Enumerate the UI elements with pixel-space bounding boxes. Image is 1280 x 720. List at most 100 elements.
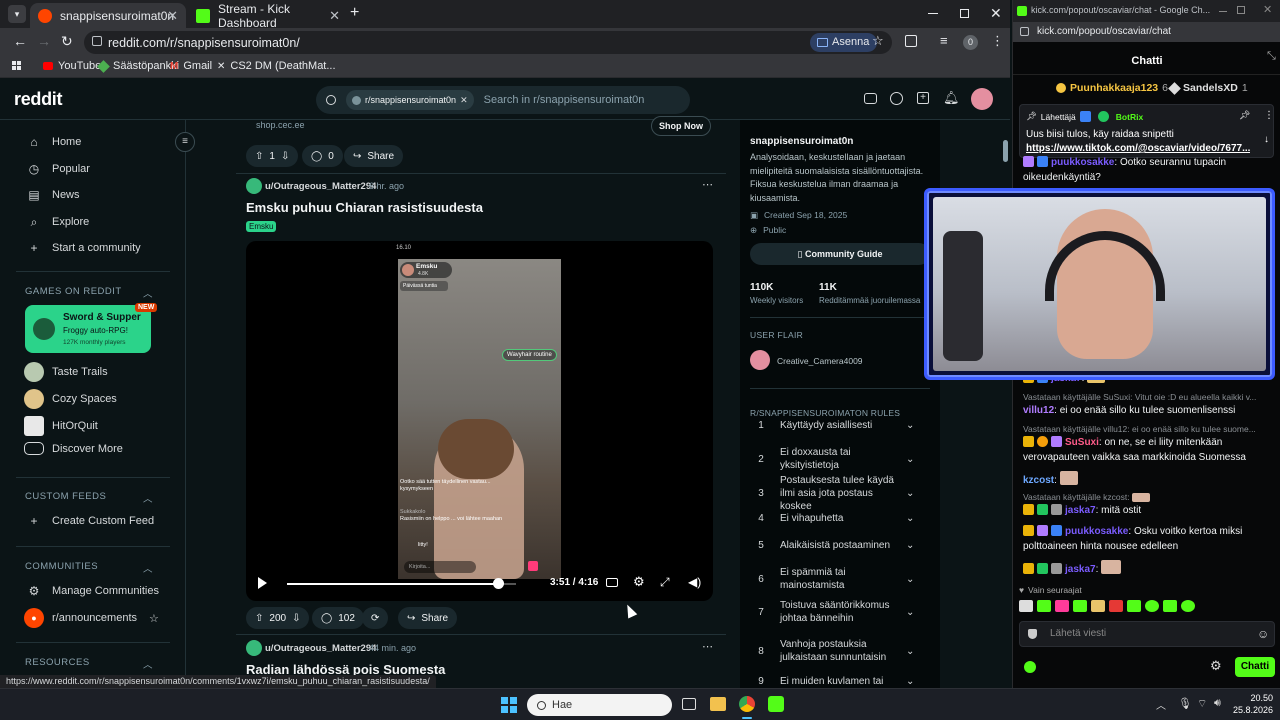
custom-feeds-header[interactable]: CUSTOM FEEDS ︿ [25,491,153,505]
send-chat-button[interactable]: Chatti [1235,657,1275,677]
url-field[interactable]: reddit.com/r/snappisensuroimat0n/ Asenna… [84,31,892,54]
rule-item[interactable]: 3 Postauksesta tulee käydä ilmi asia jota… [750,474,920,513]
ad-domain[interactable]: shop.cec.ee [256,120,305,130]
game-discover-more[interactable]: Discover More [24,442,123,455]
post2-author[interactable]: u/Outrageous_Matter294 [265,643,376,654]
rule-item[interactable]: 2 Ei doxxausta tai yksityistietoja ⌄ [750,446,920,472]
bookmark-star-icon[interactable]: ☆ [872,33,884,49]
ad-vote-bar[interactable]: ⇧ 1 ⇩ [246,145,299,167]
top-gifter-2[interactable]: SandelsXD 1 [1168,81,1248,95]
site-info-icon[interactable] [92,36,102,46]
volume-icon[interactable]: ◀) [688,575,701,589]
post-vote-bar[interactable]: ⇧ 200 ⇩ [246,607,310,629]
bookmark-saastopankki[interactable]: Säästöpankki [97,59,179,73]
chat-message[interactable]: puukkosakke: Osku voitko kertoa miksi po… [1023,524,1273,554]
chat-message[interactable]: jaska7: mitä ostit [1023,503,1273,518]
nav-start-community[interactable]: + Start a community [24,235,174,261]
video-progress-knob[interactable] [492,578,504,589]
communities-header[interactable]: COMMUNITIES ︿ [25,561,153,575]
expand-pinned-icon[interactable]: ↓ [1264,134,1269,145]
downvote-icon[interactable]: ⇩ [292,613,300,624]
rule-item[interactable]: 8 Vanhoja postauksia julkaistaan sunnunta… [750,638,920,664]
apps-icon[interactable] [12,61,21,70]
user-avatar[interactable] [971,88,993,110]
post-flair[interactable]: Emsku [246,221,277,232]
post-author-avatar[interactable] [246,178,262,194]
profile-badge[interactable]: 0 [963,35,978,50]
tray-chevron-icon[interactable]: ︿ [1156,697,1166,712]
maximize-icon[interactable] [960,9,969,18]
chevron-down-icon[interactable]: ⌄ [906,540,920,551]
minimize-icon[interactable] [928,13,938,14]
chat-message[interactable]: villu12: ei oo enää sillo ku tulee suome… [1023,403,1273,418]
task-view-icon[interactable] [682,698,696,710]
emote-icon[interactable] [1127,600,1141,612]
speaker-icon[interactable]: 🔊︎ [1214,697,1221,710]
tab-reddit[interactable]: snappisensuroimat0n ✕ [30,3,186,28]
close-tab-icon[interactable]: ✕ [167,8,178,24]
video-progress-track[interactable] [287,578,516,589]
upvote-icon[interactable]: ⇧ [255,151,263,162]
nav-home[interactable]: ⌂ Home [24,129,174,155]
nav-explore[interactable]: ⌕ Explore [24,209,174,235]
emote-icon[interactable] [1181,600,1195,612]
search-bar[interactable]: r/snappisensuroimat0n ✕ Search in r/snap… [316,86,690,114]
file-explorer-icon[interactable] [710,697,726,711]
taskbar-search[interactable]: Hae [527,694,672,716]
microphone-tray-icon[interactable]: 🎙︎ [1178,697,1192,710]
flair-username[interactable]: Creative_Camera4009 [777,356,863,366]
scrollbar-thumb[interactable] [1003,140,1008,162]
kick-maximize-icon[interactable] [1237,6,1245,14]
settings-icon[interactable]: ⚙ [633,574,645,590]
clock-date[interactable]: 25.8.2026 [1229,705,1273,715]
emote-icon[interactable] [1091,600,1105,612]
pinned-message[interactable]: 📌︎ Lähettäjä BotRix 📌︎ ⋮ Uus biisi tulos… [1019,104,1274,158]
kick-logo-icon[interactable] [1024,661,1036,673]
chevron-down-icon[interactable]: ⌄ [906,607,920,618]
kick-minimize-icon[interactable] [1219,11,1227,12]
kick-close-icon[interactable]: ✕ [1263,3,1272,16]
reply-context[interactable]: Vastataan käyttäjälle kzcost: [1023,492,1273,502]
clock-time[interactable]: 20.50 [1235,693,1273,703]
chevron-down-icon[interactable]: ⌄ [906,646,920,657]
play-icon[interactable] [258,577,267,589]
game-hitorquit[interactable]: HitOrQuit [24,416,98,436]
emote-icon[interactable] [1109,600,1123,612]
nav-popular[interactable]: ◷ Popular [24,156,174,182]
fullscreen-icon[interactable]: ⤢ [660,575,670,590]
post2-author-avatar[interactable] [246,640,262,656]
tab-kick-dashboard[interactable]: Stream - Kick Dashboard ✕ [188,2,348,30]
ad-comments-button[interactable]: ◯ 0 [302,145,343,167]
pinned-menu-icon[interactable]: ⋮ [1264,110,1274,121]
chat-message[interactable]: jaska7: [1023,560,1273,577]
back-icon[interactable]: ← [13,33,27,49]
close-window-icon[interactable]: ✕ [990,5,1002,22]
chat-tab-title[interactable]: Chatti [1013,55,1280,67]
emote-icon[interactable] [1037,600,1051,612]
install-button[interactable]: Asenna [810,33,878,52]
reply-context[interactable]: Vastataan käyttäjälle villu12: ei oo enä… [1023,424,1273,434]
chat-settings-icon[interactable]: ⚙ [1210,658,1222,674]
kick-app-icon[interactable] [768,696,784,712]
chevron-down-icon[interactable]: ⌄ [906,420,920,431]
chat-message[interactable]: puukkosakke: Ootko seurannu tupacin oike… [1023,155,1273,185]
create-post-icon[interactable]: + [917,92,929,104]
chat-message[interactable]: SuSuxi: on ne, se ei liity mitenkään ver… [1023,435,1273,465]
reply-context[interactable]: Vastataan käyttäjälle SuSuxi: Vitut oie … [1023,392,1273,402]
favorite-star-icon[interactable]: ☆ [149,612,159,625]
pinned-link[interactable]: https://www.tiktok.com/@oscaviar/video/7… [1026,143,1250,154]
chevron-down-icon[interactable]: ⌄ [906,676,920,687]
popout-icon[interactable]: ⤡ [1267,50,1276,63]
chevron-down-icon[interactable]: ⌄ [906,513,920,524]
chevron-down-icon[interactable]: ⌄ [906,574,920,585]
emote-icon[interactable] [1019,600,1033,612]
bookmark-cs2[interactable]: ✕ CS2 DM (DeathMat... [217,60,336,72]
browser-menu-icon[interactable]: ⋮ [991,33,1004,49]
post-author[interactable]: u/Outrageous_Matter294 [265,181,376,192]
chat-icon[interactable] [890,92,903,105]
resources-header[interactable]: RESOURCES ︿ [25,657,153,671]
chip-close-icon[interactable]: ✕ [460,95,468,106]
video-player[interactable]: 16.10 Emsku 4.8K Päivässä tuntia Wavyhai… [246,241,713,601]
emoji-picker-icon[interactable]: ☺ [1257,627,1269,641]
emote-icon[interactable] [1145,600,1159,612]
